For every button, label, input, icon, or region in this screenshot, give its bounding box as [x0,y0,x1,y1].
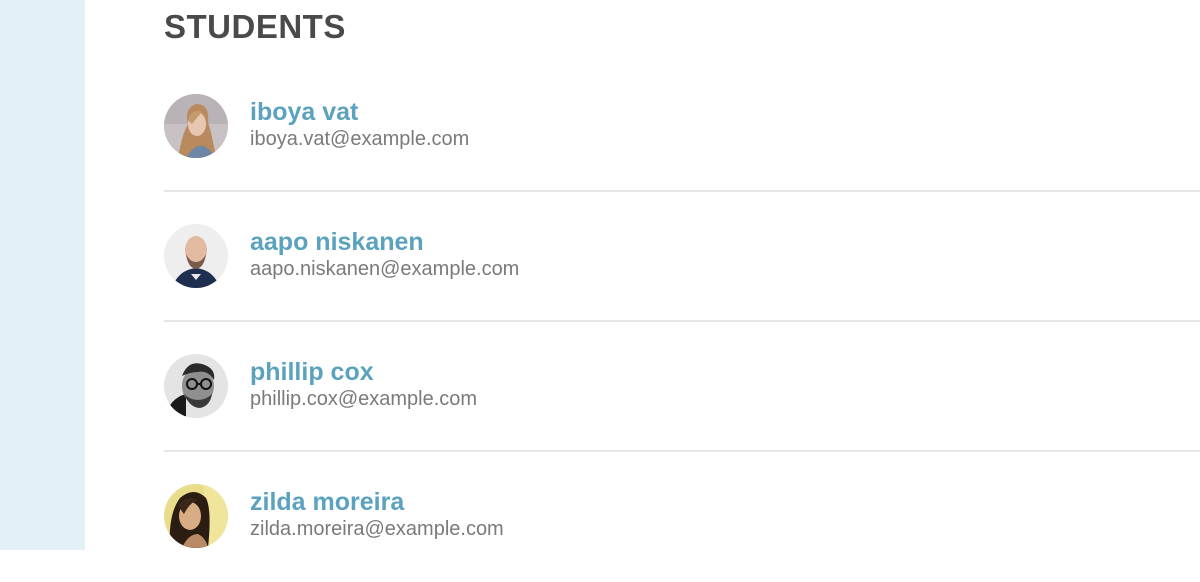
list-item: phillip cox phillip.cox@example.com [164,322,1200,452]
student-list: iboya vat iboya.vat@example.com aapo nis… [164,62,1200,582]
man-bald-beard-photo-icon [164,224,228,288]
student-name-link[interactable]: zilda moreira [250,488,404,517]
man-glasses-bw-photo-icon [164,354,228,418]
student-name-link[interactable]: iboya vat [250,98,358,127]
student-email: aapo.niskanen@example.com [250,258,520,280]
avatar[interactable] [164,484,228,548]
sidebar [0,0,85,550]
woman-dark-hair-photo-icon [164,484,228,548]
avatar[interactable] [164,94,228,158]
main-content: STUDENTS iboya vat iboya.vat@example.com [164,0,1200,550]
student-email: zilda.moreira@example.com [250,518,504,540]
student-email: phillip.cox@example.com [250,388,478,410]
student-name-link[interactable]: phillip cox [250,358,374,387]
page-title: STUDENTS [164,8,346,45]
student-email: iboya.vat@example.com [250,128,470,150]
list-item: aapo niskanen aapo.niskanen@example.com [164,192,1200,322]
list-item: zilda moreira zilda.moreira@example.com [164,452,1200,582]
avatar[interactable] [164,224,228,288]
student-name-link[interactable]: aapo niskanen [250,228,424,257]
list-item: iboya vat iboya.vat@example.com [164,62,1200,192]
woman-blonde-photo-icon [164,94,228,158]
avatar[interactable] [164,354,228,418]
